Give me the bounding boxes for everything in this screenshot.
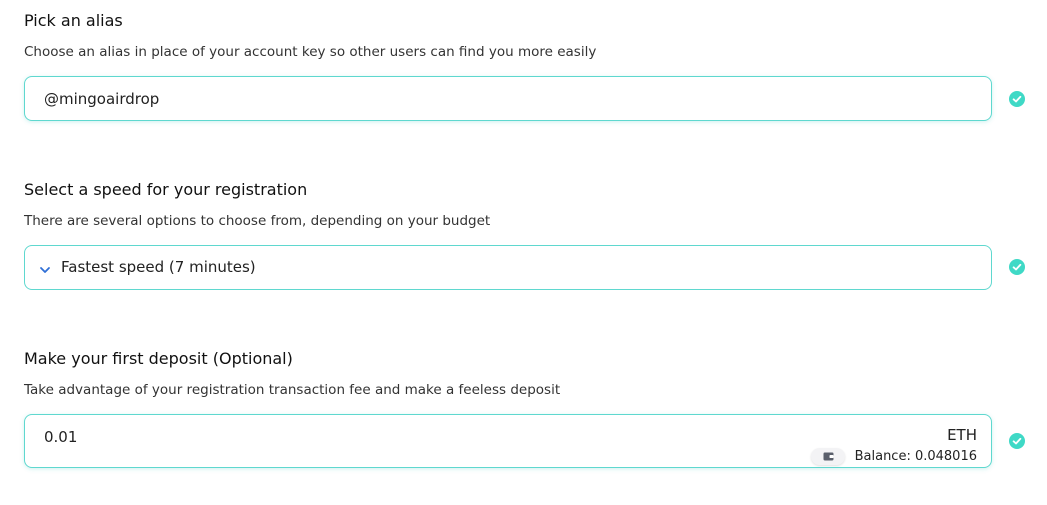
deposit-section: Make your first deposit (Optional) Take … — [24, 338, 1034, 478]
alias-section-description: Choose an alias in place of your account… — [24, 44, 597, 60]
speed-select-value: Fastest speed (7 minutes) — [61, 258, 256, 276]
speed-section-title: Select a speed for your registration — [24, 180, 308, 199]
wallet-button[interactable] — [810, 448, 845, 465]
speed-section-description: There are several options to choose from… — [24, 213, 491, 229]
deposit-section-title: Make your first deposit (Optional) — [24, 349, 293, 368]
alias-input-value: @mingoairdrop — [44, 90, 160, 108]
deposit-amount-input[interactable]: 0.01 ETH Balance: 0.048016 — [24, 414, 992, 468]
alias-input[interactable]: @mingoairdrop — [24, 76, 992, 121]
check-circle-icon — [1009, 259, 1025, 275]
alias-section-title: Pick an alias — [24, 11, 123, 30]
speed-select[interactable]: Fastest speed (7 minutes) — [24, 245, 992, 290]
check-circle-icon — [1009, 91, 1025, 107]
chevron-down-icon — [38, 262, 52, 276]
wallet-icon — [823, 452, 834, 461]
check-circle-icon — [1009, 433, 1025, 449]
balance-label: Balance: 0.048016 — [854, 449, 977, 464]
alias-section: Pick an alias Choose an alias in place o… — [24, 0, 1034, 130]
speed-section: Select a speed for your registration The… — [24, 169, 1034, 299]
deposit-section-description: Take advantage of your registration tran… — [24, 382, 561, 398]
balance-row: Balance: 0.048016 — [810, 448, 977, 465]
currency-label: ETH — [947, 426, 977, 444]
deposit-amount-value: 0.01 — [44, 428, 78, 446]
